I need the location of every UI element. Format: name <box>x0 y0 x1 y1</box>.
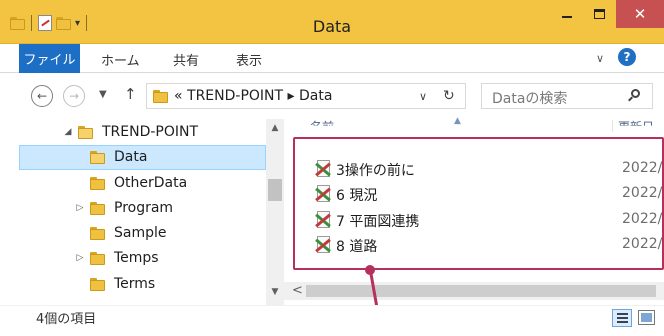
minimize-icon <box>562 16 572 18</box>
tree-item-label: OtherData <box>114 175 188 191</box>
tree-item-label: Sample <box>114 225 167 241</box>
tab-view[interactable]: 表示 <box>236 50 262 69</box>
scrollbar-thumb[interactable] <box>306 285 656 297</box>
minimize-button[interactable] <box>552 0 582 28</box>
address-dropdown-chevron-icon[interactable]: ∨ <box>419 90 427 103</box>
recent-locations-chevron-icon[interactable]: ▼ <box>99 89 107 100</box>
highlight-frame <box>293 137 664 270</box>
tab-home[interactable]: ホーム <box>101 50 140 69</box>
tree-item-label: Temps <box>114 250 159 266</box>
folder-icon <box>90 176 105 190</box>
tree-item-label: Terms <box>114 276 156 292</box>
sort-ascending-icon: ▲ <box>454 116 461 126</box>
folder-icon <box>90 226 105 240</box>
search-input[interactable]: Dataの検索 <box>492 88 567 108</box>
refresh-icon[interactable]: ↻ <box>443 88 455 104</box>
forward-arrow-icon: → <box>68 89 80 103</box>
tree-item-otherdata[interactable]: OtherData <box>74 171 187 195</box>
help-icon[interactable]: ? <box>618 48 636 66</box>
back-arrow-icon: ← <box>36 89 48 103</box>
folder-icon <box>90 277 105 291</box>
scroll-up-icon[interactable]: ▲ <box>266 123 284 133</box>
ribbon <box>0 44 664 73</box>
tree-item-program[interactable]: ▷ Program <box>74 196 174 220</box>
search-icon[interactable] <box>628 89 641 102</box>
tab-file[interactable]: ファイル <box>19 44 80 73</box>
scrollbar-thumb[interactable] <box>268 179 282 201</box>
folder-icon <box>153 90 168 103</box>
folder-icon <box>90 251 105 265</box>
tree-item-label: TREND-POINT <box>102 124 199 140</box>
tree-item-label: Program <box>114 200 174 216</box>
expand-arrow-icon[interactable]: ▷ <box>74 253 86 263</box>
address-bar[interactable]: « TREND-POINT ▸ Data ∨ ↻ <box>146 83 466 109</box>
tree-vertical-scrollbar[interactable]: ▲ ▼ <box>266 119 284 305</box>
close-button[interactable]: ✕ <box>616 0 664 28</box>
expand-ribbon-chevron-icon[interactable]: ∨ <box>596 52 604 65</box>
expand-arrow-icon[interactable]: ▷ <box>74 203 86 213</box>
search-box[interactable]: Dataの検索 <box>481 83 653 109</box>
large-icons-view-icon[interactable] <box>638 310 655 325</box>
scroll-down-icon[interactable]: ▼ <box>266 287 284 297</box>
file-list-horizontal-scrollbar[interactable]: < <box>284 282 664 300</box>
tree-item-terms[interactable]: Terms <box>74 272 155 296</box>
tab-share[interactable]: 共有 <box>173 50 199 69</box>
scroll-left-icon[interactable]: < <box>292 283 303 298</box>
tree-item-sample[interactable]: Sample <box>74 221 167 245</box>
tree-item-label: Data <box>114 149 148 165</box>
maximize-icon <box>593 9 605 19</box>
address-path[interactable]: « TREND-POINT ▸ Data <box>174 88 332 104</box>
collapse-arrow-icon[interactable]: ◢ <box>62 127 74 137</box>
forward-button[interactable]: → <box>63 85 85 107</box>
tree-item-data[interactable]: Data <box>74 145 147 169</box>
folder-icon <box>90 150 105 164</box>
close-icon: ✕ <box>633 5 647 23</box>
folder-icon <box>78 125 93 139</box>
maximize-button[interactable] <box>584 0 614 28</box>
tree-item-trend-point[interactable]: ◢ TREND-POINT <box>62 120 199 144</box>
details-view-icon[interactable] <box>612 309 632 327</box>
folder-icon <box>90 201 105 215</box>
item-count: 4個の項目 <box>36 312 97 327</box>
back-button[interactable]: ← <box>31 85 53 107</box>
column-divider[interactable] <box>612 120 613 132</box>
tree-item-temps[interactable]: ▷ Temps <box>74 246 159 270</box>
up-arrow-icon[interactable]: ↑ <box>124 85 137 103</box>
status-bar <box>0 305 664 336</box>
